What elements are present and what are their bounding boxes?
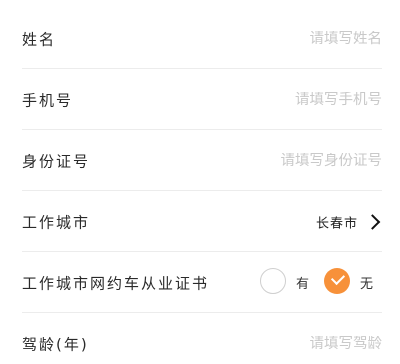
phone-row: 手机号 — [0, 69, 400, 130]
cert-yes-radio[interactable] — [260, 267, 286, 294]
id-number-row: 身份证号 — [0, 130, 400, 191]
work-city-row[interactable]: 工作城市 长春市 — [0, 191, 400, 252]
driving-years-label: 驾龄(年) — [22, 335, 89, 353]
cert-radio-group: 有 无 — [260, 267, 400, 298]
cert-no-radio[interactable] — [324, 267, 350, 294]
id-number-label: 身份证号 — [22, 152, 91, 170]
cert-no-label[interactable]: 无 — [360, 273, 373, 292]
phone-label: 手机号 — [22, 91, 74, 109]
name-label: 姓名 — [22, 30, 57, 48]
driving-years-input[interactable] — [192, 335, 382, 352]
name-row: 姓名 — [0, 8, 400, 69]
name-input[interactable] — [192, 30, 382, 47]
work-city-value[interactable]: 长春市 — [316, 212, 358, 231]
checkmark-icon — [330, 270, 346, 285]
ride-hailing-cert-label: 工作城市网约车从业证书 — [22, 274, 210, 292]
ride-hailing-cert-row: 工作城市网约车从业证书 有 无 — [0, 252, 400, 313]
phone-input[interactable] — [192, 91, 382, 108]
driving-years-row: 驾龄(年) — [0, 313, 400, 364]
id-number-input[interactable] — [192, 152, 382, 169]
chevron-right-icon[interactable] — [364, 213, 381, 230]
work-city-label: 工作城市 — [22, 213, 91, 231]
cert-yes-label[interactable]: 有 — [296, 273, 309, 292]
driver-registration-form: 姓名 手机号 身份证号 工作城市 长春市 工作城市网约车从业证书 有 无 驾龄 — [0, 0, 400, 364]
